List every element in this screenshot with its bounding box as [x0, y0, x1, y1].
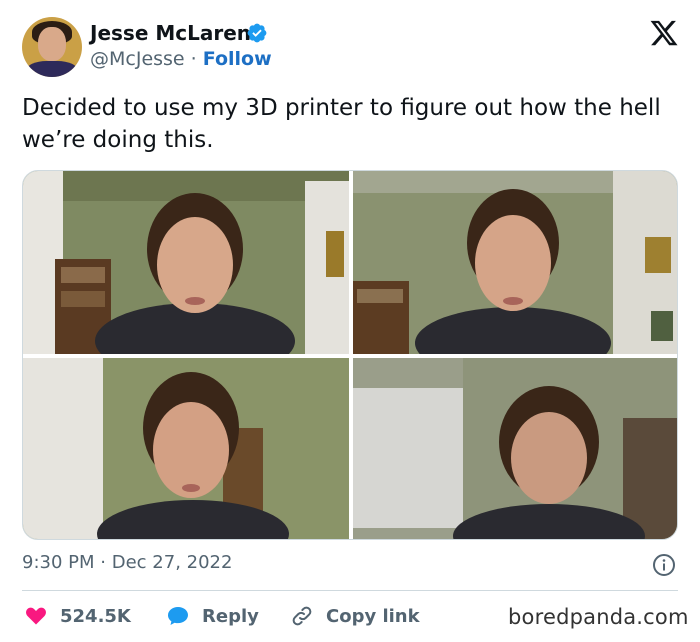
copy-link-label: Copy link: [326, 605, 420, 627]
x-logo-icon[interactable]: [649, 18, 679, 48]
speech-bubble-icon: [168, 607, 188, 625]
copy-link-button[interactable]: Copy link: [290, 602, 420, 630]
link-icon: [292, 606, 312, 626]
tweet-meta: 9:30 PM · Dec 27, 2022: [22, 552, 232, 573]
like-button[interactable]: 524.5K: [24, 602, 131, 630]
avatar-shirt: [26, 61, 78, 77]
author-handle[interactable]: @McJesse: [90, 48, 185, 70]
reply-button[interactable]: Reply: [166, 602, 259, 630]
divider: [22, 590, 678, 591]
photo-2[interactable]: [353, 171, 677, 354]
like-count: 524.5K: [60, 605, 131, 627]
verified-badge-icon: [247, 23, 267, 43]
reply-label: Reply: [202, 605, 259, 627]
photo-3[interactable]: [23, 358, 349, 539]
handle-separator: ·: [190, 48, 197, 70]
avatar[interactable]: [22, 17, 82, 77]
photo-1[interactable]: [23, 171, 349, 354]
info-icon[interactable]: [652, 553, 676, 577]
watermark: boredpanda.com: [508, 605, 689, 629]
heart-icon: [26, 607, 46, 625]
tweet-date[interactable]: Dec 27, 2022: [112, 552, 233, 573]
media-grid: [22, 170, 678, 540]
photo-4[interactable]: [353, 358, 677, 539]
meta-separator: ·: [100, 552, 106, 573]
tweet-header: Jesse McLaren @McJesse · Follow: [22, 14, 682, 78]
author-name[interactable]: Jesse McLaren: [90, 21, 251, 45]
author-handle-row: @McJesse · Follow: [90, 48, 272, 70]
tweet-time[interactable]: 9:30 PM: [22, 552, 95, 573]
tweet-text: Decided to use my 3D printer to figure o…: [22, 95, 661, 153]
avatar-face: [38, 27, 66, 61]
follow-button[interactable]: Follow: [203, 48, 272, 70]
